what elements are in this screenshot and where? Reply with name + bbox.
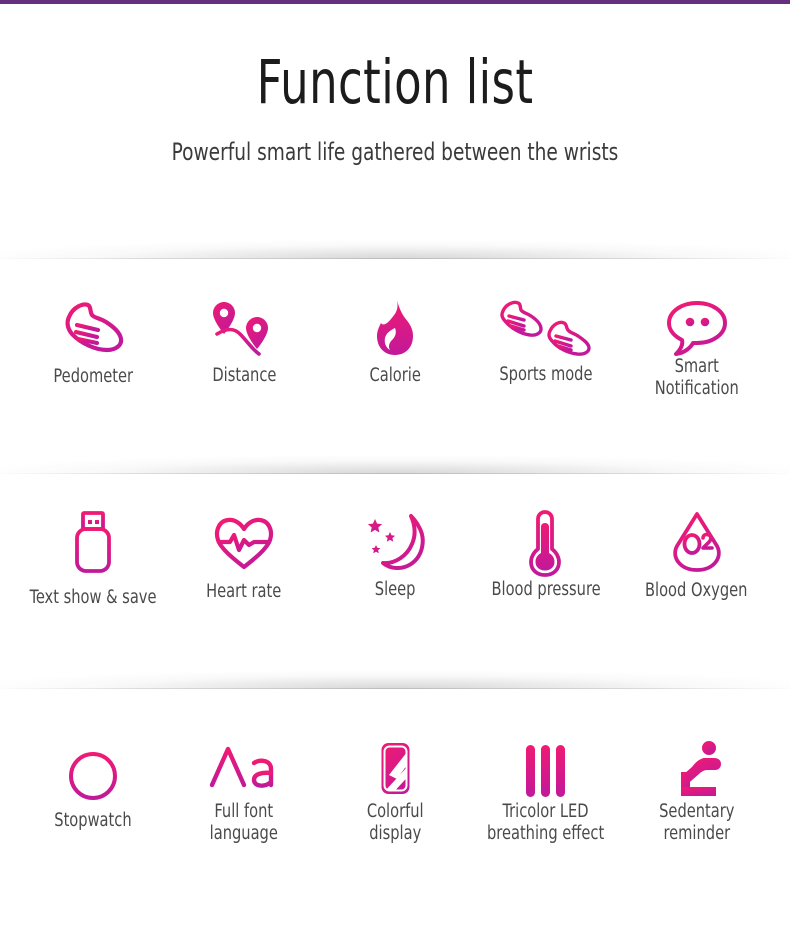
feature-item-text-show-save[interactable]: Text show & save [18, 505, 169, 609]
usb-drive-icon [66, 505, 120, 581]
route-pins-icon [207, 290, 281, 366]
stopwatch-icon [63, 733, 123, 809]
section-divider-2 [0, 440, 790, 474]
feature-item-pedometer[interactable]: Pedometer [18, 290, 169, 388]
section-divider-3 [0, 655, 790, 689]
feature-row-2: Text show & save Heart rate Sleep Blood … [0, 505, 790, 609]
three-bars-icon [520, 733, 572, 809]
feature-label: Colorful display [366, 801, 424, 844]
feature-label: Blood pressure [491, 579, 601, 600]
font-aa-icon [206, 733, 282, 809]
feature-item-sedentary-reminder[interactable]: Sedentary reminder [621, 733, 772, 844]
feature-label: Full font language [210, 801, 279, 844]
moon-stars-icon [363, 505, 427, 581]
sitting-person-icon [668, 733, 726, 809]
running-shoe-icon [57, 290, 129, 366]
feature-item-tricolor-led[interactable]: Tricolor LED breathing effect [470, 733, 621, 844]
feature-item-full-font-language[interactable]: Full font language [169, 733, 320, 844]
feature-label: Blood Oxygen [645, 580, 748, 601]
section-divider-1 [0, 225, 790, 259]
page-subtitle: Powerful smart life gathered between the… [171, 138, 619, 166]
feature-label: Stopwatch [54, 810, 133, 831]
feature-label: Calorie [369, 365, 421, 386]
two-shoes-icon [496, 290, 596, 366]
page-header: Function list Powerful smart life gather… [0, 52, 790, 165]
feature-item-sports-mode[interactable]: Sports mode [470, 290, 621, 386]
blood-drop-o2-icon [668, 505, 726, 581]
feature-item-distance[interactable]: Distance [169, 290, 320, 387]
feature-label: Sedentary reminder [658, 801, 735, 844]
feature-item-colorful-display[interactable]: Colorful display [320, 733, 471, 844]
heart-pulse-icon [211, 505, 277, 581]
feature-label: Text show & save [29, 587, 157, 608]
feature-label: Distance [212, 365, 277, 386]
feature-item-heart-rate[interactable]: Heart rate [169, 505, 320, 603]
function-list-page: Function list Powerful smart life gather… [0, 0, 790, 948]
thermometer-icon [516, 505, 576, 581]
feature-item-stopwatch[interactable]: Stopwatch [18, 733, 169, 832]
top-accent-rule [0, 0, 790, 4]
feature-item-calorie[interactable]: Calorie [320, 290, 471, 387]
feature-label: Sports mode [499, 364, 593, 385]
page-title: Function list [256, 47, 534, 118]
watch-band-icon [371, 733, 419, 809]
feature-label: Sleep [374, 579, 416, 600]
feature-item-blood-oxygen[interactable]: Blood Oxygen [621, 505, 772, 602]
feature-row-3: Stopwatch Full font language Colorful di… [0, 733, 790, 844]
feature-label: Heart rate [206, 581, 282, 602]
feature-row-1: Pedometer Distance Calorie Sports mode S… [0, 290, 790, 399]
flame-icon [369, 290, 421, 366]
feature-item-smart-notification[interactable]: Smart Notification [621, 290, 772, 399]
feature-label: Tricolor LED breathing effect [487, 801, 605, 844]
feature-label: Pedometer [53, 366, 134, 387]
feature-item-blood-pressure[interactable]: Blood pressure [470, 505, 621, 601]
speech-bubble-icon [662, 290, 732, 366]
feature-item-sleep[interactable]: Sleep [320, 505, 471, 601]
feature-label: Smart Notification [654, 356, 739, 399]
